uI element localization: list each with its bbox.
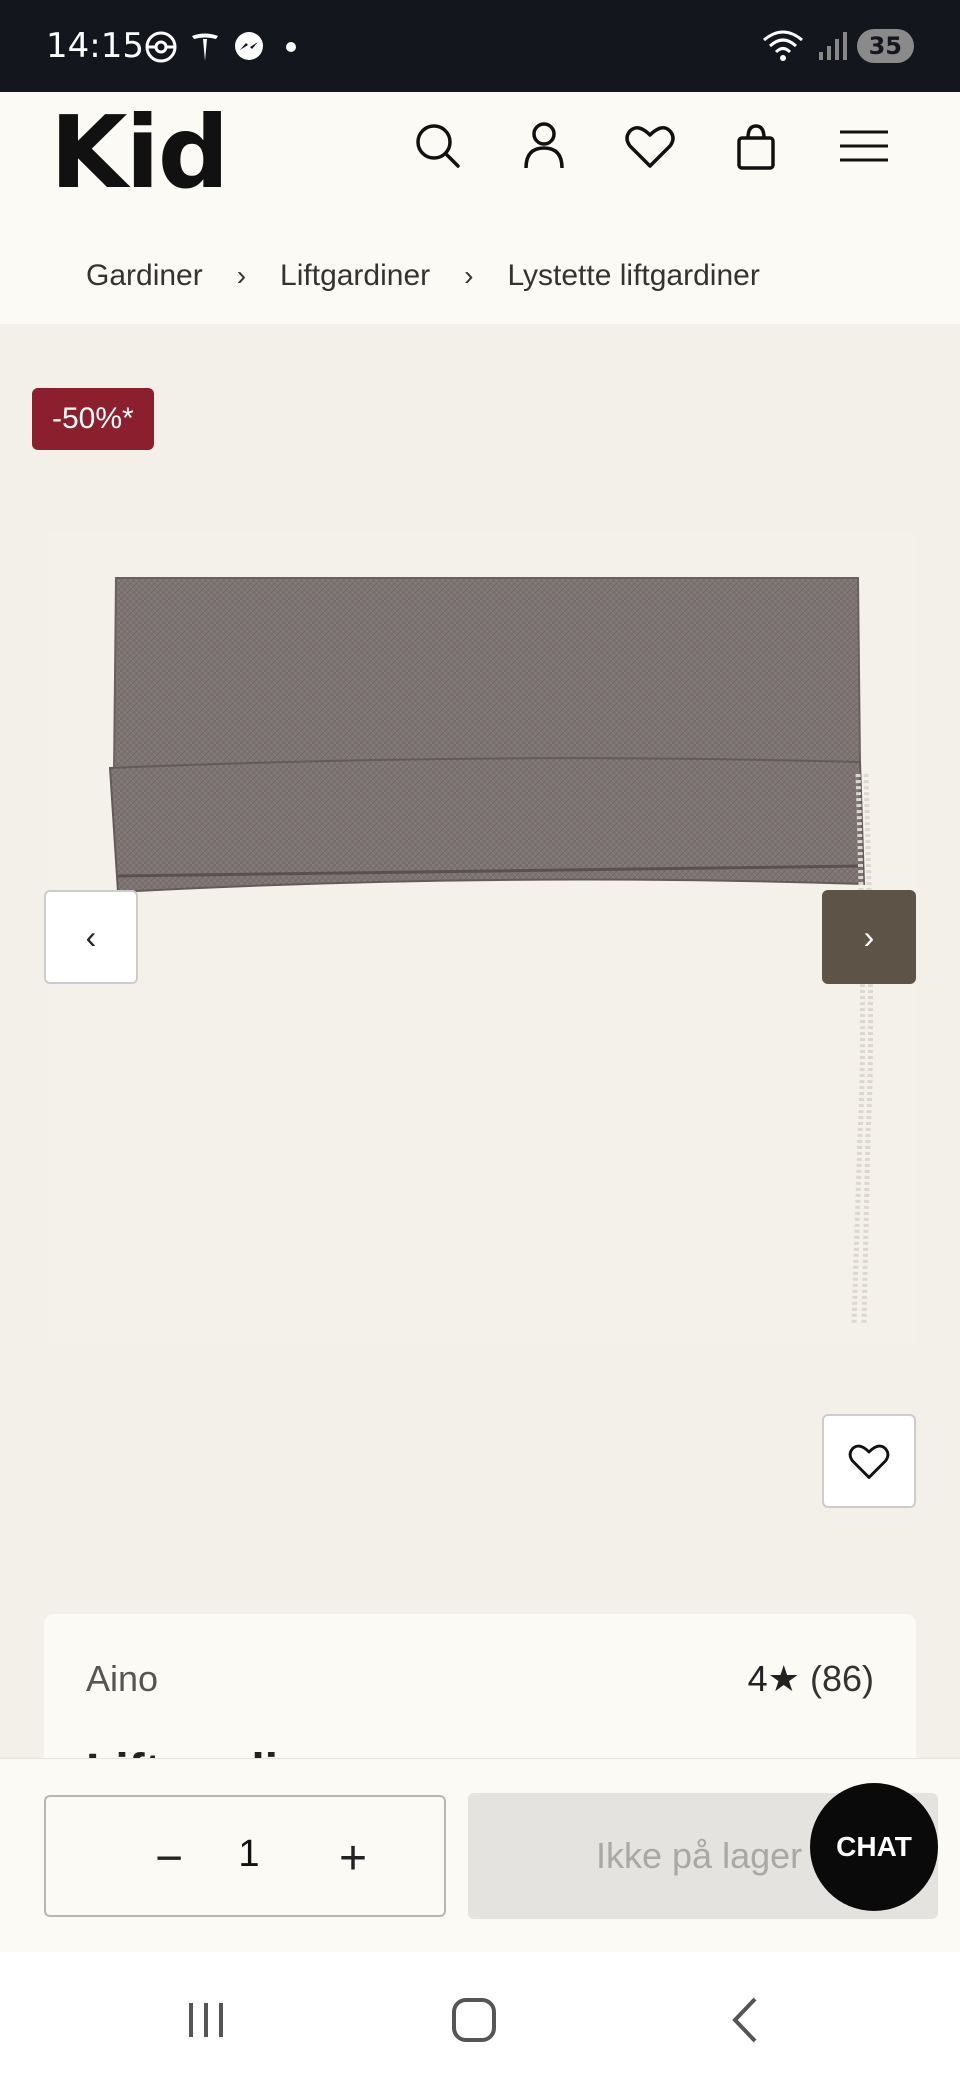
- search-icon[interactable]: [410, 118, 466, 174]
- recent-apps-icon: [189, 2003, 223, 2037]
- star-icon: ★: [767, 1658, 800, 1699]
- product-rating[interactable]: 4★ (86): [748, 1658, 874, 1700]
- home-button[interactable]: [444, 1990, 504, 2050]
- roman-blind-illustration: [108, 577, 874, 1325]
- product-gallery: -50%* ‹ ›: [0, 324, 960, 1614]
- recent-apps-button[interactable]: [176, 1990, 236, 2050]
- heart-icon: [848, 1444, 890, 1479]
- home-icon: [452, 1998, 496, 2042]
- breadcrumb-separator: ›: [464, 260, 474, 291]
- menu-icon[interactable]: [836, 118, 892, 174]
- next-image-button[interactable]: ›: [822, 890, 916, 984]
- messenger-icon: [235, 32, 263, 60]
- breadcrumb-item-lystette[interactable]: Lystette liftgardiner: [507, 259, 759, 293]
- status-icons-right: 35: [761, 28, 914, 64]
- quantity-stepper: − 1 +: [44, 1795, 446, 1917]
- heart-icon[interactable]: [622, 118, 678, 174]
- rating-value: 4: [747, 1658, 768, 1699]
- buy-bar: − 1 + Ikke på lager CHAT: [0, 1758, 960, 1952]
- chat-button[interactable]: CHAT: [810, 1783, 938, 1911]
- add-to-wishlist-button[interactable]: [822, 1414, 916, 1508]
- status-icons-left: [144, 30, 296, 64]
- status-time: 14:15: [46, 26, 144, 66]
- breadcrumb: Gardiner › Liftgardiner › Lystette liftg…: [0, 228, 960, 324]
- breadcrumb-item-liftgardiner[interactable]: Liftgardiner: [280, 259, 430, 293]
- signal-icon: [818, 32, 847, 60]
- decrease-quantity-button[interactable]: −: [134, 1823, 204, 1893]
- back-button[interactable]: [716, 1990, 776, 2050]
- wifi-icon: [762, 30, 803, 61]
- back-icon: [732, 1997, 757, 2043]
- bag-icon[interactable]: [728, 118, 784, 174]
- system-nav-bar: [0, 1952, 960, 2080]
- rating-count: (86): [809, 1658, 874, 1699]
- prev-image-button[interactable]: ‹: [44, 890, 138, 984]
- discount-badge: -50%*: [32, 388, 154, 450]
- battery-indicator: 35: [856, 29, 914, 63]
- pokeball-icon: [145, 31, 177, 63]
- breadcrumb-separator: ›: [236, 260, 247, 291]
- status-bar: 14:15 35: [0, 0, 960, 92]
- logo[interactable]: Kid: [50, 94, 229, 211]
- increase-quantity-button[interactable]: +: [318, 1823, 388, 1893]
- product-brand[interactable]: Aino: [86, 1658, 158, 1700]
- dot-icon: [286, 42, 296, 52]
- tesla-icon: [192, 33, 218, 61]
- breadcrumb-item-gardiner[interactable]: Gardiner: [86, 259, 203, 293]
- product-image[interactable]: [48, 534, 916, 1344]
- product-info-card: Aino 4★ (86) Liftgardin: [44, 1614, 916, 1774]
- user-icon[interactable]: [516, 118, 572, 174]
- quantity-value: 1: [238, 1833, 260, 1875]
- site-header: Kid: [0, 92, 960, 228]
